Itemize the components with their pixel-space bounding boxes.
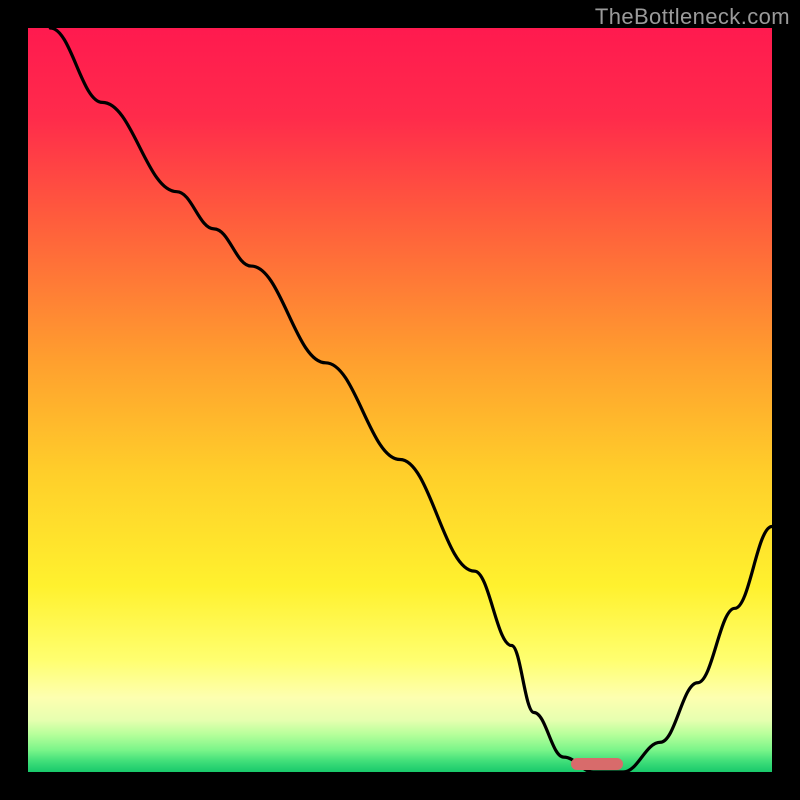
optimal-range-marker: [571, 758, 623, 770]
chart-frame: TheBottleneck.com: [0, 0, 800, 800]
curve-path: [50, 28, 772, 772]
attribution-label: TheBottleneck.com: [595, 4, 790, 30]
plot-area: [28, 28, 772, 772]
bottleneck-curve: [28, 28, 772, 772]
